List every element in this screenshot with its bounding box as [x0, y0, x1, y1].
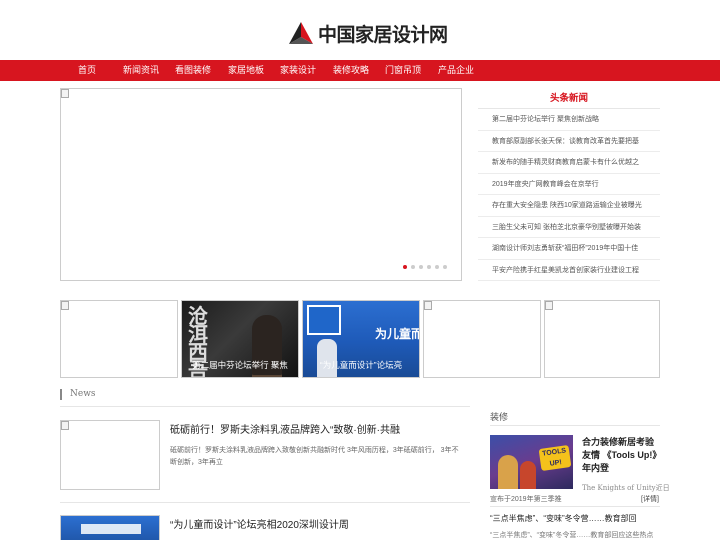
nav-item-news[interactable]: 新闻资讯	[123, 60, 159, 81]
slider-dot[interactable]	[427, 265, 431, 269]
thumb-card[interactable]	[60, 300, 178, 378]
headline-item[interactable]: 教育部原副部长张天保：谈教育改革首先要把基	[478, 131, 660, 152]
nav-item-home[interactable]: 首页	[78, 60, 96, 81]
site-logo[interactable]: 中国家居设计网	[288, 20, 448, 46]
feature-title[interactable]: 合力装修新居考验友情 《Tools Up!》年内登	[582, 436, 662, 475]
slider-dot[interactable]	[403, 265, 407, 269]
event-banner: 为儿童而设计	[375, 327, 419, 341]
slider-dot[interactable]	[419, 265, 423, 269]
headline-item[interactable]: 新发布的随手精灵财商教育启蒙卡有什么优越之	[478, 152, 660, 174]
news-summary: 砥砺前行！罗斯夫涂料乳液品牌跨入致敬创新共融新时代 3年风雨历程，3年砥砺前行，…	[170, 447, 459, 466]
headline-item[interactable]: 湖南设计师刘志勇斩获“福田杯”2019年中国十佳	[478, 238, 660, 260]
game-logo: TOOLS UP!	[538, 445, 572, 471]
slider-dot[interactable]	[411, 265, 415, 269]
headline-item[interactable]: 三胎生父未可知 张柏芝北京豪华别墅被曝开始装	[478, 217, 660, 238]
news-title[interactable]: 砥砺前行！罗斯夫涂料乳液品牌跨入“致敬·创新·共融	[170, 421, 400, 436]
hero-slider[interactable]	[60, 88, 462, 281]
feature-date: 宣布于2019年第三季推	[490, 496, 562, 503]
thumb-card[interactable]: 为儿童而设计 “为儿童而设计”论坛亮	[302, 300, 420, 378]
feature-image[interactable]: TOOLS UP!	[490, 435, 573, 489]
feature-author: The Knights of Unity近日	[582, 484, 670, 492]
headline-item[interactable]: 存在重大安全隐患 陕西10家道路运输企业被曝光	[478, 195, 660, 217]
news-thumbnail[interactable]	[60, 515, 160, 540]
divider	[60, 406, 470, 407]
thumb-caption: “为儿童而设计”论坛亮	[319, 360, 403, 370]
event-logo	[307, 305, 341, 335]
side-news-title[interactable]: “三点半焦虑”、“变味”冬令营……教育部回	[490, 513, 637, 524]
nav-item-design[interactable]: 家装设计	[280, 60, 316, 81]
slider-dot[interactable]	[435, 265, 439, 269]
broken-image-icon	[61, 89, 69, 98]
main-nav: 首页 新闻资讯 看图装修 家居地板 家装设计 装修攻略 门窗吊顶 产品企业	[0, 60, 720, 81]
news-title[interactable]: “为儿童而设计”论坛亮相2020深圳设计周	[170, 516, 349, 531]
divider	[490, 425, 660, 426]
speaker-figure	[317, 339, 337, 377]
headline-item[interactable]: 第二届中芬论坛举行 聚焦创新战略	[478, 109, 660, 131]
news-thumbnail[interactable]	[60, 420, 160, 490]
thumb-card[interactable]	[544, 300, 660, 378]
headline-news: 头条新闻 第二届中芬论坛举行 聚焦创新战略 教育部原副部长张天保：谈教育改革首先…	[478, 88, 660, 281]
logo-icon	[289, 22, 313, 44]
nav-item-doors[interactable]: 门窗吊顶	[385, 60, 421, 81]
divider	[490, 506, 660, 507]
headlines-title: 头条新闻	[478, 88, 660, 109]
broken-image-icon	[424, 301, 432, 310]
divider	[60, 502, 470, 503]
thumb-caption: 第二届中芬论坛举行 聚焦	[192, 360, 288, 370]
character-figure	[520, 461, 536, 489]
banner-strip	[81, 524, 141, 534]
broken-image-icon	[61, 301, 69, 310]
details-link[interactable]: [详情]	[641, 494, 659, 504]
character-figure	[498, 455, 518, 489]
side-heading: 装修	[490, 412, 509, 422]
thumb-card[interactable]: 沧洱西吾有 第二届中芬论坛举行 聚焦	[181, 300, 299, 378]
brush-calligraphy: 沧洱西吾有	[188, 304, 208, 378]
slider-dot[interactable]	[443, 265, 447, 269]
slider-dots	[403, 265, 447, 269]
nav-item-flooring[interactable]: 家居地板	[228, 60, 264, 81]
broken-image-icon	[61, 421, 69, 430]
news-heading: News	[60, 389, 96, 400]
nav-item-products[interactable]: 产品企业	[438, 60, 474, 81]
headline-item[interactable]: 2019年度央广网教育峰会在京举行	[478, 174, 660, 195]
headline-item[interactable]: 平安产险携手红星美凯龙首创家装行业建设工程	[478, 260, 660, 281]
broken-image-icon	[545, 301, 553, 310]
nav-item-gallery[interactable]: 看图装修	[175, 60, 211, 81]
side-news-summary: “三点半焦虑”、“变味”冬令营……教育部回应这些热点	[490, 532, 654, 539]
thumb-card[interactable]	[423, 300, 541, 378]
nav-item-guide[interactable]: 装修攻略	[333, 60, 369, 81]
logo-text: 中国家居设计网	[318, 23, 448, 46]
